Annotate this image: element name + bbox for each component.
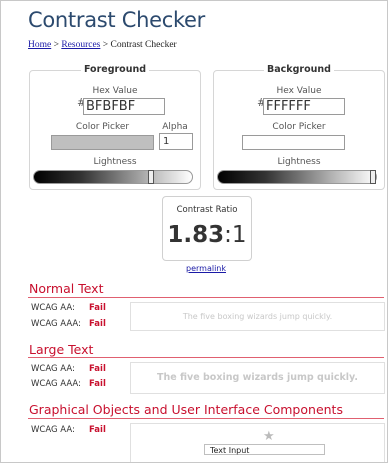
contrast-ratio-label: Contrast Ratio	[176, 205, 238, 215]
breadcrumb-separator: >	[100, 40, 111, 50]
background-lightness-slider[interactable]	[217, 170, 377, 184]
normal-aaa-result: Fail	[89, 319, 106, 329]
graphical-aa-result: Fail	[89, 425, 106, 435]
large-aa-label: WCAG AA:	[31, 364, 75, 374]
background-heading: Background	[214, 64, 384, 75]
contrast-ratio-value: 1.83:1	[163, 222, 251, 248]
foreground-picker-label: Color Picker	[75, 122, 130, 132]
large-text-heading: Large Text	[29, 342, 94, 357]
large-text-sample: The five boxing wizards jump quickly.	[130, 362, 385, 394]
background-picker-label: Color Picker	[272, 122, 326, 132]
breadcrumb-separator: >	[51, 40, 62, 50]
breadcrumb-current: Contrast Checker	[110, 40, 177, 50]
large-aaa-label: WCAG AAA:	[31, 379, 81, 389]
background-lightness-thumb[interactable]	[370, 170, 376, 184]
normal-aa-result: Fail	[89, 303, 106, 313]
normal-aa-label: WCAG AA:	[31, 303, 75, 313]
contrast-ratio-box: Contrast Ratio 1.83:1	[162, 196, 252, 261]
background-hex-input[interactable]: FFFFFF	[263, 98, 345, 115]
breadcrumb-resources-link[interactable]: Resources	[61, 40, 100, 50]
page-title: Contrast Checker	[28, 8, 206, 32]
background-lightness-label: Lightness	[277, 157, 321, 167]
permalink-link[interactable]: permalink	[186, 264, 226, 273]
contrast-ratio-main: 1.83	[167, 222, 225, 248]
graphical-aa-label: WCAG AA:	[31, 425, 75, 435]
background-hex-label: Hex Value	[276, 86, 322, 96]
graphical-objects-heading: Graphical Objects and User Interface Com…	[29, 402, 343, 417]
section-divider	[28, 357, 384, 358]
foreground-panel: Foreground Hex Value # BFBFBF Color Pick…	[29, 64, 201, 190]
background-panel: Background Hex Value # FFFFFF Color Pick…	[213, 64, 385, 190]
section-divider	[28, 297, 384, 298]
foreground-alpha-label: Alpha	[162, 122, 188, 132]
background-color-picker[interactable]	[242, 135, 345, 150]
foreground-alpha-input[interactable]: 1	[159, 133, 193, 150]
breadcrumb: Home > Resources > Contrast Checker	[28, 40, 177, 50]
foreground-heading: Foreground	[30, 64, 200, 75]
text-input-sample[interactable]: Text Input	[204, 444, 325, 455]
foreground-lightness-label: Lightness	[93, 157, 137, 167]
large-aa-result: Fail	[89, 364, 106, 374]
foreground-hex-label: Hex Value	[92, 86, 138, 96]
normal-aaa-label: WCAG AAA:	[31, 319, 81, 329]
star-icon: ★	[263, 429, 275, 444]
foreground-lightness-thumb[interactable]	[148, 170, 154, 184]
contrast-ratio-suffix: :1	[224, 222, 247, 248]
foreground-lightness-slider[interactable]	[33, 170, 193, 184]
foreground-color-picker[interactable]	[51, 135, 154, 150]
breadcrumb-home-link[interactable]: Home	[28, 40, 51, 50]
graphical-sample-box	[130, 423, 385, 462]
section-divider	[28, 418, 384, 419]
normal-text-heading: Normal Text	[29, 281, 104, 296]
foreground-hex-input[interactable]: BFBFBF	[83, 98, 165, 115]
normal-text-sample: The five boxing wizards jump quickly.	[130, 302, 385, 331]
large-aaa-result: Fail	[89, 379, 106, 389]
